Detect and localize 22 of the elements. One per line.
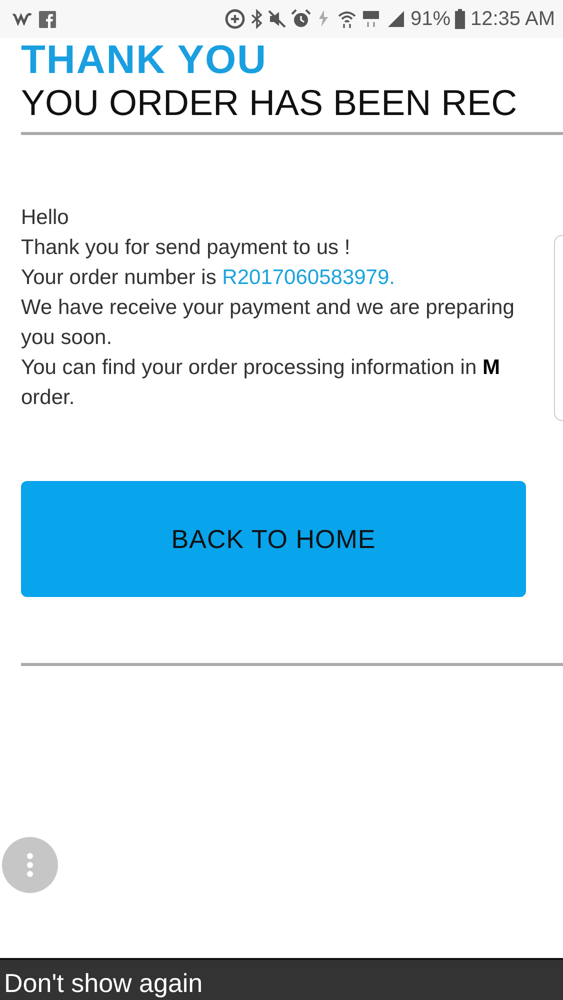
thank-you-heading: THANK YOU [21, 38, 268, 82]
battery-icon [455, 9, 466, 29]
battery-percent: 91% [410, 8, 450, 30]
message-line: you soon. [21, 325, 114, 351]
message-line: Thank you for send payment to us ! [21, 235, 352, 261]
message-line: Hello [21, 205, 70, 231]
clock-time: 12:35 AM [470, 8, 555, 30]
message-line: You can find your order processing information in M [21, 355, 501, 381]
dont-show-again-link[interactable]: Don't show again [0, 966, 203, 1000]
facebook-icon [39, 10, 56, 28]
bluetooth-icon [251, 9, 264, 29]
wifi-icon [337, 9, 358, 29]
mute-icon [268, 10, 286, 28]
signal-icon [387, 10, 406, 28]
alarm-icon [291, 9, 312, 29]
back-to-home-button[interactable]: BACK TO HOME [21, 481, 526, 597]
order-heading: YOU ORDER HAS BEEN REC [21, 82, 518, 124]
side-panel-handle[interactable] [554, 235, 563, 421]
message-line: We have receive your payment and we are preparing [21, 295, 516, 321]
w-app-icon [12, 12, 32, 26]
message-line: order. [21, 385, 76, 411]
more-icon [26, 852, 34, 878]
